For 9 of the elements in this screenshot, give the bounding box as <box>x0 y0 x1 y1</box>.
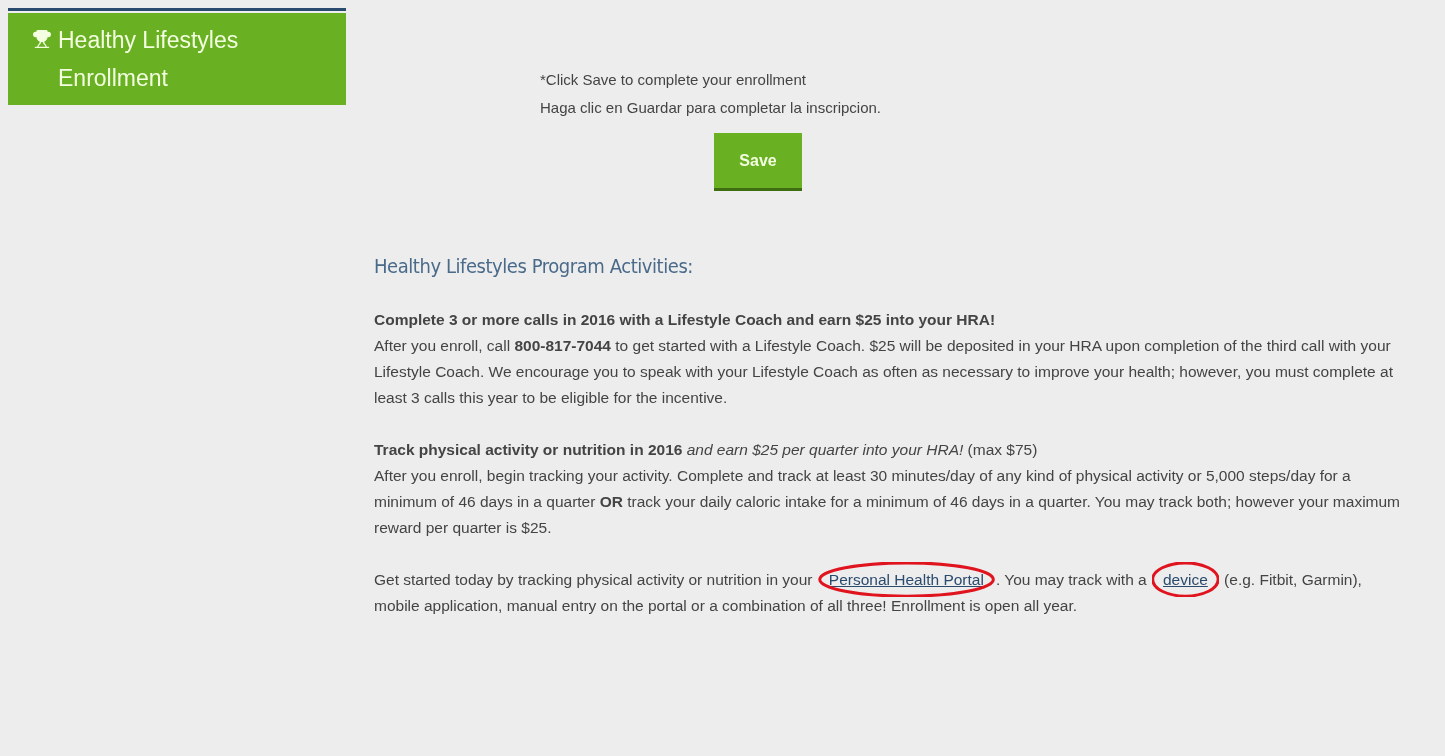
activity-title: Complete 3 or more calls in 2016 with a Lifestyle Coach and earn $25 into your HRA! <box>374 310 997 330</box>
instruction-text: *Click Save to complete your enrollment <box>540 70 807 90</box>
activity-description: After you enroll, call 800-817-7044 to get started with a Lifestyle Coach. $25 will be deposited in your HRA upon completion of the third call with your Lifestyle Coach. We encourage you to speak with your Lifestyle Coach as often as necessary to improve your health; however, you must complete at least 3 calls this year to be eligible for the incentive. <box>374 336 1394 408</box>
closing-paragraph: Get started today by tracking physical activity or nutrition in your Personal Health Portal . You may track with a device (e.g. Fitbit, Garmin), mobile application, manual entry on the portal or a combination of all three! Enrollment is open all year. <box>374 567 1404 619</box>
instruction-text: Haga clic en Guardar para completar la inscripcion. <box>540 98 882 118</box>
trophy-icon <box>32 29 52 49</box>
activity-title: Track physical activity or nutrition in 2016 and earn $25 per quarter into your HRA! (max $75) <box>374 440 1039 460</box>
activity-description: After you enroll, begin tracking your activity. Complete and track at least 30 minutes/day of any kind of physical activity or 5,000 steps/day for a minimum of 46 days in a quarter OR track your daily caloric intake for a minimum of 46 days in a quarter. You may track both; however your maximum reward per quarter is $25. <box>374 466 1402 538</box>
section-heading: Healthy Lifestyles Program Activities: <box>374 253 694 280</box>
